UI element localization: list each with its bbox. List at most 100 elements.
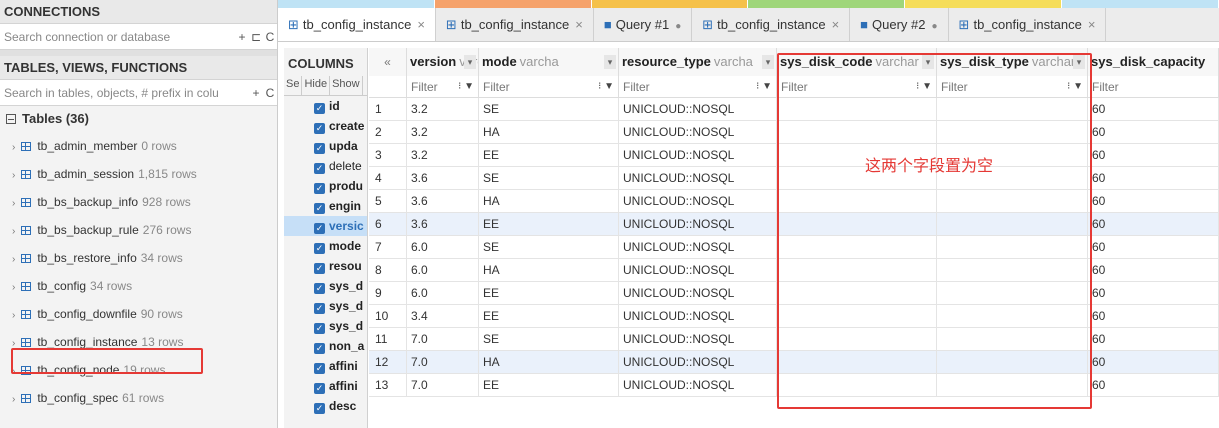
table-cell[interactable]: 60 (1088, 213, 1219, 236)
column-header[interactable]: mode varcha ▾ (479, 48, 619, 76)
table-tree-item[interactable]: › tb_bs_backup_rule 276 rows (0, 216, 277, 244)
table-cell[interactable]: 60 (1088, 190, 1219, 213)
table-cell[interactable]: 7.0 (407, 374, 479, 397)
chevron-right-icon[interactable]: › (12, 282, 15, 293)
column-item[interactable]: ✓ mode (284, 236, 367, 256)
table-cell[interactable]: UNICLOUD::NOSQL (619, 98, 777, 121)
table-cell[interactable]: UNICLOUD::NOSQL (619, 167, 777, 190)
table-cell[interactable]: UNICLOUD::NOSQL (619, 213, 777, 236)
checkbox-icon[interactable]: ✓ (314, 263, 325, 274)
table-cell[interactable]: HA (479, 351, 619, 374)
table-cell[interactable]: SE (479, 236, 619, 259)
close-icon[interactable]: × (417, 17, 425, 32)
connection-strip-tab[interactable] (905, 0, 1063, 8)
filter-icon[interactable]: ⁝ ▼ (756, 76, 772, 97)
table-cell[interactable]: 60 (1088, 374, 1219, 397)
checkbox-icon[interactable]: ✓ (314, 183, 325, 194)
table-cell[interactable]: 3.2 (407, 144, 479, 167)
column-item[interactable]: ✓ delete (284, 156, 367, 176)
table-cell[interactable]: EE (479, 305, 619, 328)
table-cell[interactable]: UNICLOUD::NOSQL (619, 190, 777, 213)
chevron-right-icon[interactable]: › (12, 254, 15, 265)
filter-input[interactable]: Filter ⁝ ▼ (619, 76, 777, 98)
editor-tab[interactable]: ⊞ tb_config_instance × (949, 8, 1107, 41)
table-tree-item[interactable]: › tb_config_spec 61 rows (0, 384, 277, 412)
hide-button[interactable]: Hide (302, 76, 331, 95)
chevron-down-icon[interactable]: ▾ (762, 55, 774, 69)
table-cell[interactable]: UNICLOUD::NOSQL (619, 282, 777, 305)
table-cell[interactable]: EE (479, 374, 619, 397)
column-item[interactable]: ✓ create (284, 116, 367, 136)
table-cell[interactable]: UNICLOUD::NOSQL (619, 374, 777, 397)
table-cell[interactable]: 7.0 (407, 351, 479, 374)
refresh-icon[interactable]: C (263, 30, 277, 44)
checkbox-icon[interactable]: ✓ (314, 323, 325, 334)
collapse-icon[interactable] (6, 114, 16, 124)
column-item[interactable]: ✓ non_a (284, 336, 367, 356)
folder-icon[interactable]: ⊏ (249, 30, 263, 44)
editor-tab[interactable]: ■ Query #2 ● (850, 8, 949, 41)
table-cell[interactable]: 60 (1088, 282, 1219, 305)
checkbox-icon[interactable]: ✓ (314, 103, 325, 114)
table-cell[interactable]: 60 (1088, 98, 1219, 121)
checkbox-icon[interactable]: ✓ (314, 223, 325, 234)
column-header[interactable]: resource_type varcha ▾ (619, 48, 777, 76)
table-cell[interactable]: 3.2 (407, 121, 479, 144)
table-cell[interactable]: SE (479, 98, 619, 121)
checkbox-icon[interactable]: ✓ (314, 243, 325, 254)
connection-strip-tab[interactable] (748, 0, 906, 8)
chevron-down-icon[interactable]: ▾ (604, 55, 616, 69)
table-cell[interactable]: 60 (1088, 121, 1219, 144)
checkbox-icon[interactable]: ✓ (314, 403, 325, 414)
chevron-right-icon[interactable]: › (12, 394, 15, 405)
column-item[interactable]: ✓ sys_d (284, 276, 367, 296)
chevron-right-icon[interactable]: › (12, 226, 15, 237)
checkbox-icon[interactable]: ✓ (314, 303, 325, 314)
connection-strip-tab[interactable] (1062, 0, 1219, 8)
checkbox-icon[interactable]: ✓ (314, 203, 325, 214)
chevron-right-icon[interactable]: › (12, 310, 15, 321)
checkbox-icon[interactable]: ✓ (314, 283, 325, 294)
chevron-down-icon[interactable]: ▾ (464, 55, 476, 69)
show-button[interactable]: Show (330, 76, 363, 95)
table-cell[interactable]: 6.0 (407, 282, 479, 305)
table-cell[interactable]: 60 (1088, 351, 1219, 374)
column-item[interactable]: ✓ produ (284, 176, 367, 196)
checkbox-icon[interactable]: ✓ (314, 163, 325, 174)
close-icon[interactable]: × (575, 17, 583, 32)
table-cell[interactable]: 60 (1088, 144, 1219, 167)
table-tree-item[interactable]: › tb_admin_member 0 rows (0, 132, 277, 160)
filter-input[interactable]: Filter ⁝ ▼ (407, 76, 479, 98)
table-cell[interactable]: UNICLOUD::NOSQL (619, 305, 777, 328)
table-cell[interactable]: EE (479, 282, 619, 305)
close-icon[interactable]: × (832, 17, 840, 32)
checkbox-icon[interactable]: ✓ (314, 143, 325, 154)
table-cell[interactable]: SE (479, 167, 619, 190)
editor-tab[interactable]: ⊞ tb_config_instance × (436, 8, 594, 41)
table-cell[interactable]: UNICLOUD::NOSQL (619, 259, 777, 282)
checkbox-icon[interactable]: ✓ (314, 383, 325, 394)
add-connection-button[interactable]: + (235, 30, 249, 44)
chevron-right-icon[interactable]: › (12, 170, 15, 181)
checkbox-icon[interactable]: ✓ (314, 363, 325, 374)
table-cell[interactable]: EE (479, 144, 619, 167)
table-cell[interactable]: 6.0 (407, 236, 479, 259)
column-item[interactable]: ✓ affini (284, 356, 367, 376)
table-cell[interactable]: SE (479, 328, 619, 351)
editor-tab[interactable]: ⊞ tb_config_instance × (692, 8, 851, 41)
column-item[interactable]: ✓ desc (284, 396, 367, 416)
table-cell[interactable]: UNICLOUD::NOSQL (619, 236, 777, 259)
editor-tab[interactable]: ⊞ tb_config_instance × (278, 8, 436, 41)
table-cell[interactable]: 60 (1088, 259, 1219, 282)
checkbox-icon[interactable]: ✓ (314, 343, 325, 354)
refresh-icon[interactable]: C (263, 86, 277, 100)
filter-icon[interactable]: ⁝ ▼ (598, 76, 614, 97)
table-cell[interactable]: HA (479, 121, 619, 144)
filter-input[interactable]: Filter ⁝ ▼ (479, 76, 619, 98)
connection-strip-tab[interactable] (434, 0, 592, 8)
table-cell[interactable]: EE (479, 213, 619, 236)
column-header[interactable]: sys_disk_capacity (1088, 48, 1219, 76)
table-cell[interactable]: UNICLOUD::NOSQL (619, 144, 777, 167)
column-header[interactable]: versionvarcha▾ (407, 48, 479, 76)
add-object-button[interactable]: + (249, 86, 263, 100)
